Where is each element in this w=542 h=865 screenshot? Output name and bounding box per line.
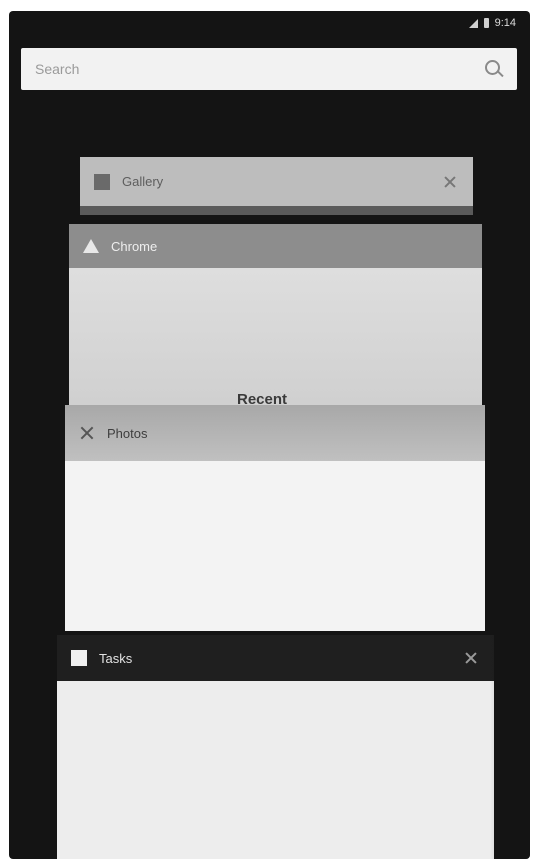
card-preview [65,461,485,631]
card-app-label: Tasks [99,650,133,666]
card-header: Tasks [57,635,494,681]
card-preview [57,681,494,859]
card-header: Photos [65,405,485,461]
phone-screen: 9:14 Search Gallery Chrome Photos Recent [9,11,530,859]
overlay-label: Recent [237,391,288,408]
recent-app-card[interactable]: Chrome [69,224,482,414]
search-bar[interactable]: Search [21,48,517,90]
recent-app-card[interactable]: Photos [65,405,485,631]
close-icon[interactable] [443,175,457,189]
status-time: 9:14 [494,17,516,29]
recent-app-card[interactable]: Tasks [57,635,494,859]
status-bar: 9:14 [9,11,530,37]
search-placeholder: Search [35,61,80,77]
close-icon[interactable] [464,651,478,665]
photos-app-icon [79,425,95,441]
card-app-label: Chrome [111,238,158,254]
card-app-label: Photos [107,425,148,441]
card-header: Gallery [80,157,473,206]
status-indicators: 9:14 [468,17,516,29]
gallery-app-icon [94,173,110,190]
card-header: Chrome [69,224,482,268]
chrome-app-icon [83,239,99,253]
battery-icon [483,18,489,28]
card-app-label: Gallery [122,174,164,189]
tasks-app-icon [71,650,87,666]
edge-shadow [490,391,530,859]
signal-icon [468,18,478,28]
recent-app-card[interactable]: Gallery [80,157,473,215]
search-icon[interactable] [483,58,505,80]
